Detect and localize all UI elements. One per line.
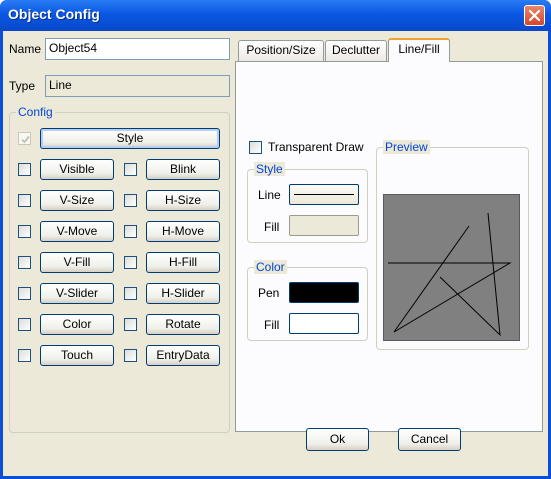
v-fill-checkbox[interactable] <box>18 256 31 269</box>
h-size-button[interactable]: H-Size <box>146 190 220 211</box>
dialog-client-area: Name Object54 Type Line Config Style Vis… <box>3 31 548 476</box>
rotate-checkbox[interactable] <box>124 318 137 331</box>
touch-button[interactable]: Touch <box>40 345 114 366</box>
transparent-draw-checkbox[interactable] <box>249 141 262 154</box>
v-slider-checkbox[interactable] <box>18 287 31 300</box>
fill-style-button[interactable] <box>289 215 359 236</box>
v-size-checkbox[interactable] <box>18 194 31 207</box>
style-group-title: Style <box>254 162 285 176</box>
line-style-button[interactable] <box>289 184 359 205</box>
object-config-window: Object Config Name Object54 Type Line Co… <box>0 0 551 479</box>
checkmark-icon <box>21 135 30 144</box>
v-size-button[interactable]: V-Size <box>40 190 114 211</box>
fill-style-label: Fill <box>264 220 280 234</box>
h-slider-button[interactable]: H-Slider <box>146 283 220 304</box>
title-bar[interactable]: Object Config <box>0 0 551 31</box>
config-group-title: Config <box>16 105 55 119</box>
style-checkbox <box>18 132 31 145</box>
fill-color-label: Fill <box>264 318 280 332</box>
h-slider-checkbox[interactable] <box>124 287 137 300</box>
v-move-checkbox[interactable] <box>18 225 31 238</box>
rotate-button[interactable]: Rotate <box>146 314 220 335</box>
name-label: Name <box>9 42 42 56</box>
window-title: Object Config <box>8 6 100 22</box>
ok-button[interactable]: Ok <box>306 428 369 451</box>
close-icon <box>529 10 540 21</box>
entrydata-button[interactable]: EntryData <box>146 345 220 366</box>
preview-canvas <box>383 194 520 341</box>
touch-checkbox[interactable] <box>18 349 31 362</box>
tab-line-fill[interactable]: Line/Fill <box>388 38 450 62</box>
pen-color-button[interactable] <box>289 282 359 303</box>
type-field: Line <box>45 75 230 97</box>
type-label: Type <box>9 79 36 93</box>
line-style-icon <box>294 194 354 195</box>
style-button[interactable]: Style <box>40 128 220 149</box>
visible-checkbox[interactable] <box>18 163 31 176</box>
fill-color-button[interactable] <box>289 313 359 334</box>
h-move-button[interactable]: H-Move <box>146 221 220 242</box>
v-slider-button[interactable]: V-Slider <box>40 283 114 304</box>
pen-color-label: Pen <box>258 286 280 300</box>
color-button[interactable]: Color <box>40 314 114 335</box>
blink-checkbox[interactable] <box>124 163 137 176</box>
v-move-button[interactable]: V-Move <box>40 221 114 242</box>
line-style-label: Line <box>258 188 281 202</box>
star-shape-preview <box>388 212 512 337</box>
color-group-title: Color <box>254 260 287 274</box>
entrydata-checkbox[interactable] <box>124 349 137 362</box>
h-fill-checkbox[interactable] <box>124 256 137 269</box>
close-button[interactable] <box>524 5 545 26</box>
h-size-checkbox[interactable] <box>124 194 137 207</box>
tab-position-size[interactable]: Position/Size <box>238 40 324 61</box>
transparent-draw-label: Transparent Draw <box>268 140 364 154</box>
visible-button[interactable]: Visible <box>40 159 114 180</box>
preview-group-title: Preview <box>383 140 430 154</box>
name-field[interactable]: Object54 <box>45 38 230 60</box>
color-checkbox[interactable] <box>18 318 31 331</box>
v-fill-button[interactable]: V-Fill <box>40 252 114 273</box>
h-move-checkbox[interactable] <box>124 225 137 238</box>
h-fill-button[interactable]: H-Fill <box>146 252 220 273</box>
blink-button[interactable]: Blink <box>146 159 220 180</box>
cancel-button[interactable]: Cancel <box>398 428 461 451</box>
tab-declutter[interactable]: Declutter <box>325 40 387 61</box>
